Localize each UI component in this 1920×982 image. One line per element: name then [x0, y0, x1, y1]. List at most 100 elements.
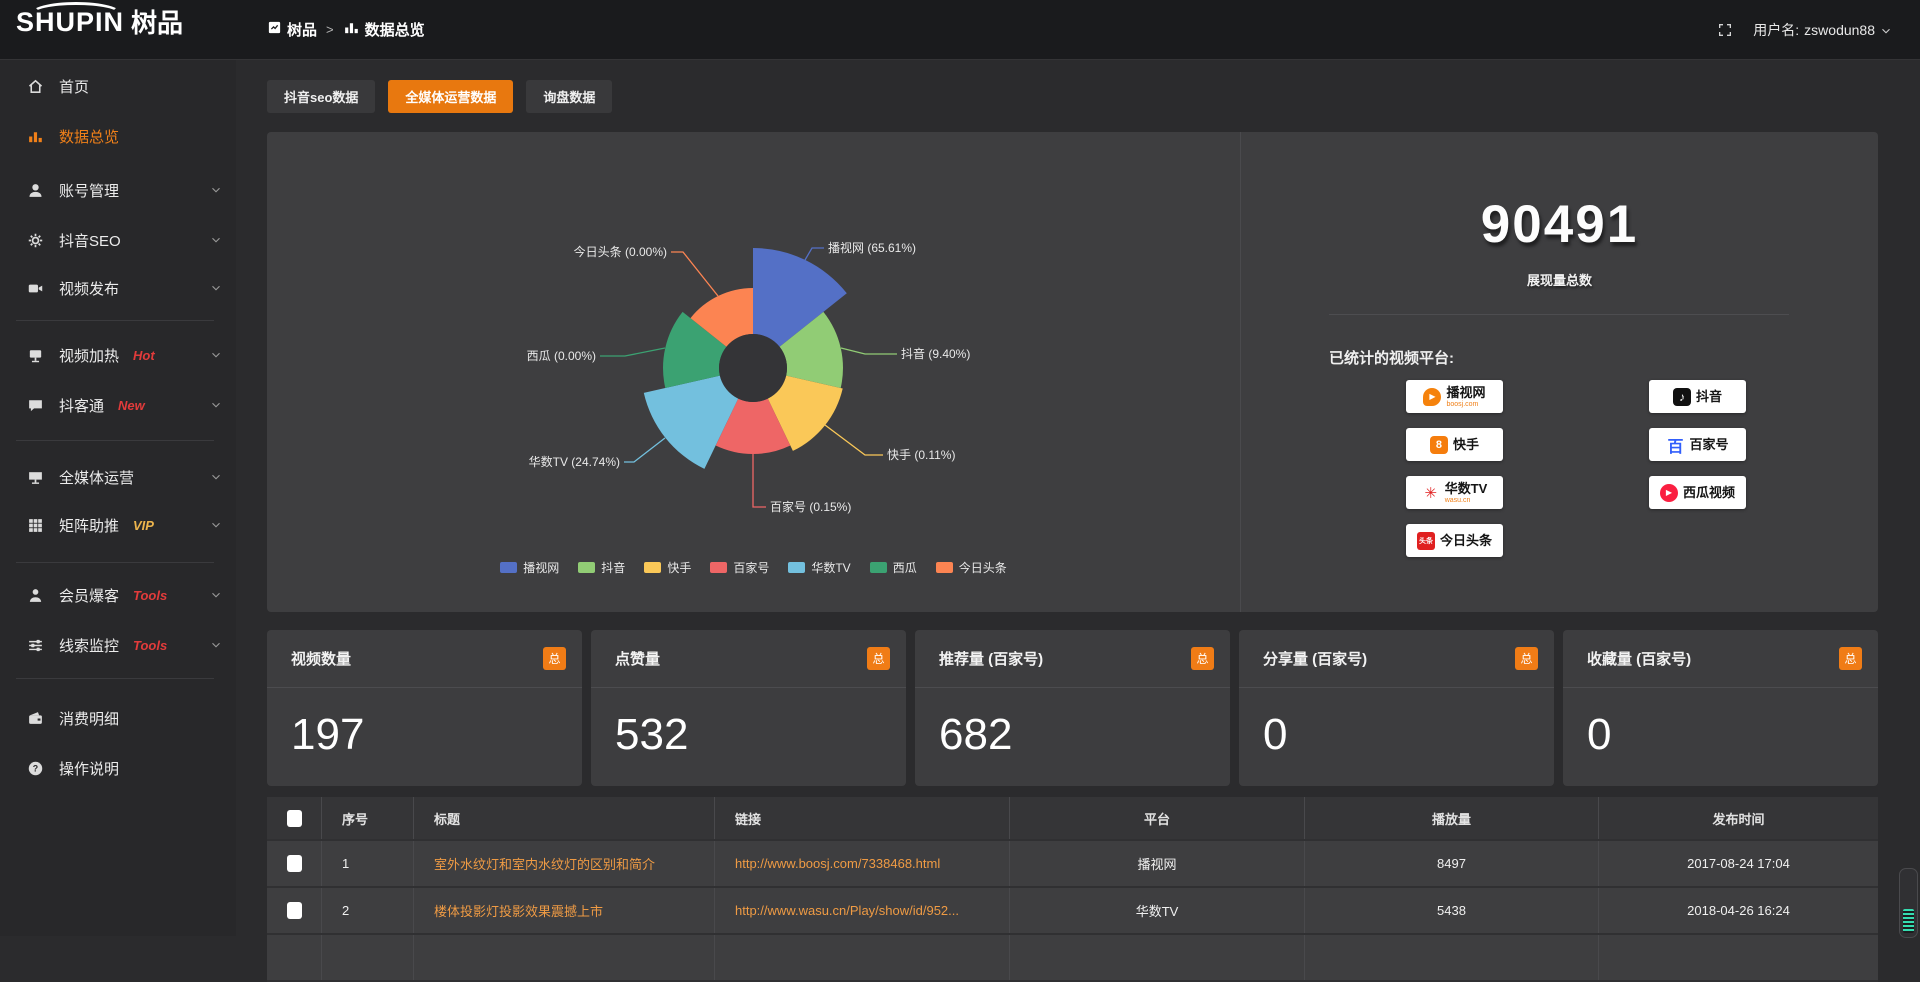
sidebar-badge-lead-monitor: Tools: [133, 638, 167, 653]
video-title-link[interactable]: 楼体投影灯投影效果震撼上市: [434, 901, 603, 920]
legend-item-1[interactable]: 抖音: [578, 559, 625, 576]
sidebar-item-label: 消费明细: [59, 708, 119, 729]
sidebar-item-label: 操作说明: [59, 758, 119, 779]
stat-card-value: 197: [291, 710, 582, 760]
sidebar-item-operation-guide[interactable]: ? 操作说明: [0, 746, 236, 790]
row-select-cell: [267, 935, 322, 980]
logo-text-cn: 树品: [131, 10, 183, 36]
platforms-label: 已统计的视频平台:: [1329, 347, 1454, 368]
sidebar-item-label: 线索监控: [59, 635, 119, 656]
sidebar-item-douketong[interactable]: 抖客通 New: [0, 383, 236, 427]
chevron-down-icon: [1880, 25, 1892, 37]
stat-card-label: 点赞量: [615, 648, 660, 669]
video-url-link[interactable]: http://www.wasu.cn/Play/show/id/952...: [735, 903, 959, 918]
rose-pie-chart: 播视网 (65.61%)抖音 (9.40%)快手 (0.11%)百家号 (0.1…: [267, 132, 1240, 612]
total-impressions-label: 展现量总数: [1241, 270, 1878, 289]
pie-hub: [719, 334, 787, 402]
row-plays: 8497: [1305, 841, 1599, 886]
stat-card-value: 0: [1587, 710, 1878, 760]
col-link: 链接: [715, 797, 1010, 839]
legend-item-0[interactable]: 播视网: [500, 559, 559, 576]
svg-text:?: ?: [33, 763, 38, 773]
legend-swatch: [500, 562, 517, 573]
total-badge: 总: [1839, 647, 1862, 670]
sidebar: 首页 数据总览 账号管理 抖音SEO 视频发布 视频加热 Hot: [0, 59, 236, 936]
sidebar-divider: [16, 320, 214, 321]
legend-label: 快手: [667, 559, 691, 576]
video-heat-icon: [27, 347, 45, 364]
row-select-cell: [267, 888, 322, 933]
row-checkbox[interactable]: [287, 902, 302, 919]
sidebar-item-account-management[interactable]: 账号管理: [0, 168, 236, 212]
row-published: 2017-08-24 17:04: [1599, 841, 1878, 886]
video-title-link[interactable]: 室外水纹灯和室内水纹灯的区别和简介: [434, 854, 655, 873]
legend-label: 华数TV: [811, 559, 850, 576]
tab-omni-media-data[interactable]: 全媒体运营数据: [388, 80, 513, 113]
stat-card-2: 推荐量 (百家号) 总 682: [915, 630, 1230, 786]
col-published: 发布时间: [1599, 797, 1878, 839]
pie-label-line: [671, 252, 718, 296]
sidebar-divider: [16, 562, 214, 563]
row-platform: 华数TV: [1010, 888, 1305, 933]
sidebar-item-data-overview[interactable]: 数据总览: [0, 114, 236, 158]
legend-label: 西瓜: [893, 559, 917, 576]
sidebar-item-douyin-seo[interactable]: 抖音SEO: [0, 218, 236, 262]
boosj-icon: ▶: [1423, 388, 1441, 406]
row-title-cell: 室外水纹灯和室内水纹灯的区别和简介: [414, 841, 715, 886]
floating-widget-stripes: [1903, 909, 1914, 933]
xigua-icon: ▶: [1660, 484, 1678, 502]
chevron-down-icon: [210, 471, 222, 483]
platform-name: 今日头条: [1440, 534, 1492, 547]
table-row-partial: [267, 935, 1878, 982]
chevron-down-icon: [210, 519, 222, 531]
platform-badge-6: ▶ 西瓜视频: [1649, 476, 1746, 509]
sidebar-item-lead-monitor[interactable]: 线索监控 Tools: [0, 623, 236, 667]
pie-label: 抖音 (9.40%): [901, 346, 970, 361]
stat-card-value: 0: [1263, 710, 1554, 760]
floating-widget[interactable]: [1899, 868, 1918, 938]
douketong-icon: [27, 397, 45, 414]
sidebar-item-member-baoke[interactable]: 会员爆客 Tools: [0, 573, 236, 617]
total-badge: 总: [1191, 647, 1214, 670]
fullscreen-icon[interactable]: [1717, 22, 1733, 38]
legend-item-6[interactable]: 今日头条: [936, 559, 1007, 576]
row-checkbox[interactable]: [287, 855, 302, 872]
stat-card-header: 收藏量 (百家号) 总: [1563, 630, 1878, 688]
pie-label: 华数TV (24.74%): [529, 454, 620, 469]
sidebar-item-video-publish[interactable]: 视频发布: [0, 266, 236, 310]
user-menu[interactable]: 用户名: zswodun88: [1753, 20, 1892, 40]
stat-card-3: 分享量 (百家号) 总 0: [1239, 630, 1554, 786]
sidebar-divider: [16, 678, 214, 679]
select-all-checkbox[interactable]: [287, 810, 302, 827]
breadcrumb: 树品 > 数据总览: [267, 0, 425, 59]
chevron-down-icon: [210, 399, 222, 411]
douyin-icon: ♪: [1673, 388, 1691, 406]
legend-item-4[interactable]: 华数TV: [788, 559, 850, 576]
sidebar-item-matrix-boost[interactable]: 矩阵助推 VIP: [0, 503, 236, 547]
table-row: 1 室外水纹灯和室内水纹灯的区别和简介 http://www.boosj.com…: [267, 841, 1878, 888]
breadcrumb-item-data-overview[interactable]: 数据总览: [343, 19, 425, 40]
total-badge: 总: [543, 647, 566, 670]
sidebar-item-omni-media[interactable]: 全媒体运营: [0, 455, 236, 499]
pie-label-line: [805, 248, 824, 260]
stat-card-label: 视频数量: [291, 648, 351, 669]
video-url-link[interactable]: http://www.boosj.com/7338468.html: [735, 856, 940, 871]
sidebar-item-consumption-detail[interactable]: 消费明细: [0, 696, 236, 740]
tab-inquiry-data[interactable]: 询盘数据: [526, 80, 612, 113]
sidebar-badge-member-baoke: Tools: [133, 588, 167, 603]
sidebar-item-label: 矩阵助推: [59, 515, 119, 536]
table-row: 2 楼体投影灯投影效果震撼上市 http://www.wasu.cn/Play/…: [267, 888, 1878, 935]
chart-panel: 播视网 (65.61%)抖音 (9.40%)快手 (0.11%)百家号 (0.1…: [267, 132, 1878, 612]
sidebar-item-home[interactable]: 首页: [0, 64, 236, 108]
pie-slice-4[interactable]: [644, 376, 738, 469]
legend-item-2[interactable]: 快手: [644, 559, 691, 576]
breadcrumb-item-shupin[interactable]: 树品: [267, 19, 317, 40]
legend-item-3[interactable]: 百家号: [710, 559, 769, 576]
stat-card-label: 分享量 (百家号): [1263, 648, 1367, 669]
sidebar-item-label: 全媒体运营: [59, 467, 134, 488]
tab-douyin-seo-data[interactable]: 抖音seo数据: [267, 80, 375, 113]
summary-area: 90491 展现量总数 已统计的视频平台: ▶ 播视网 boosj.com 8 …: [1241, 132, 1878, 612]
legend-item-5[interactable]: 西瓜: [870, 559, 917, 576]
app-logo[interactable]: SHUPIN 树品: [16, 9, 183, 36]
sidebar-item-video-heat[interactable]: 视频加热 Hot: [0, 333, 236, 377]
